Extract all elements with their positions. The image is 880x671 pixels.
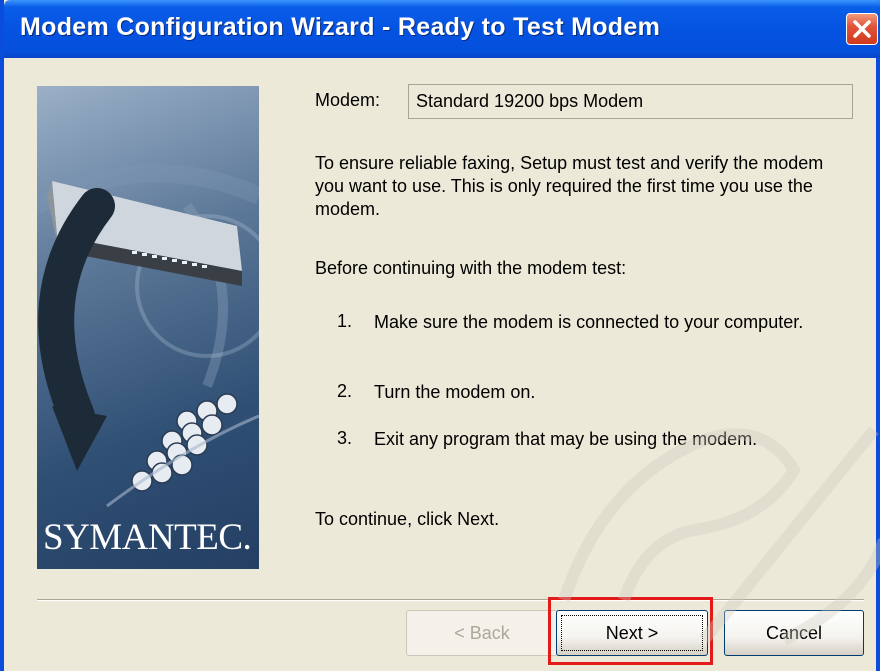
step-2-number: 2. [337,381,353,401]
step-1-text: Make sure the modem is connected to your… [374,312,804,332]
intro-text: To ensure reliable faxing, Setup must te… [315,153,824,219]
step-1-number: 1. [337,311,353,331]
step-3-text: Exit any program that may be using the m… [374,429,758,449]
next-button-highlight [548,597,713,665]
footer-divider [37,599,864,601]
modem-input[interactable] [409,85,852,118]
symantec-logo: SYMANTEC. [43,517,252,558]
wizard-window: Modem Configuration Wizard - Ready to Te… [0,0,880,671]
modem-field[interactable] [408,84,853,119]
cancel-button[interactable]: Cancel [724,610,864,656]
back-button[interactable]: < Back [406,610,558,656]
close-button[interactable] [846,13,878,45]
window-title: Modem Configuration Wizard - Ready to Te… [20,13,661,41]
continue-text: To continue, click Next. [315,509,500,529]
before-text: Before continuing with the modem test: [315,258,627,278]
wizard-side-image: SYMANTEC. [37,86,259,569]
modem-illustration-icon [37,164,259,508]
title-bar[interactable]: Modem Configuration Wizard - Ready to Te… [4,0,880,58]
modem-label: Modem: [315,90,381,110]
step-3-number: 3. [337,428,353,448]
step-2-text: Turn the modem on. [374,382,536,402]
close-icon [853,20,871,38]
